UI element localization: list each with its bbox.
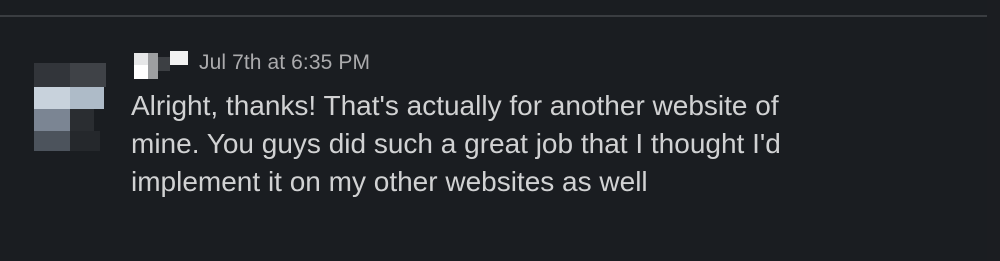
message-line: implement it on my other websites as wel… bbox=[131, 166, 648, 197]
sender-name-redacted[interactable] bbox=[134, 47, 188, 79]
message-line: mine. You guys did such a great job that… bbox=[131, 128, 781, 159]
message-item[interactable]: Jul 7th at 6:35 PM Alright, thanks! That… bbox=[0, 17, 987, 261]
message-timestamp[interactable]: Jul 7th at 6:35 PM bbox=[199, 51, 370, 75]
panel-edge bbox=[987, 0, 1000, 261]
message-line: Alright, thanks! That's actually for ano… bbox=[131, 90, 779, 121]
avatar[interactable] bbox=[34, 63, 106, 155]
message-text: Alright, thanks! That's actually for ano… bbox=[131, 87, 911, 201]
message-header: Jul 7th at 6:35 PM bbox=[134, 47, 370, 79]
chat-panel: Jul 7th at 6:35 PM Alright, thanks! That… bbox=[0, 0, 1000, 261]
